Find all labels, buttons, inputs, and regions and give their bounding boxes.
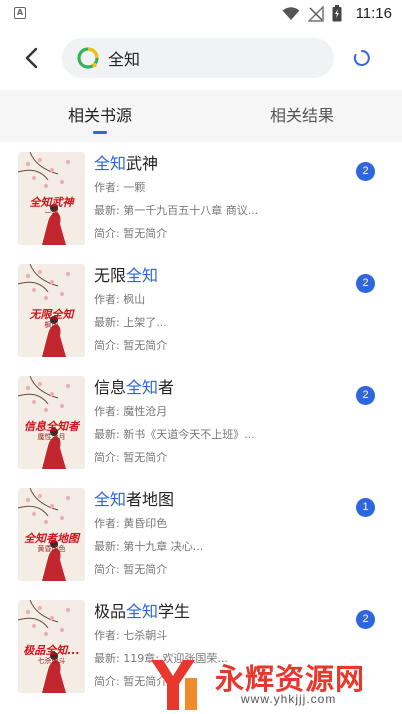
search-box[interactable] [62,38,334,78]
book-title-part: 全知 [94,490,127,509]
book-title-part: 者地图 [126,490,175,509]
sim-icon: A [14,7,26,19]
book-cover[interactable]: 信息全知者 魔性沧月 [18,376,85,469]
watermark: 永辉资源网 www.yhkjjj.com [145,650,402,714]
tab-label: 相关结果 [269,106,334,125]
tab-related-sources[interactable]: 相关书源 [20,90,180,142]
tab-label: 相关书源 [67,106,132,125]
book-author: 作者: 枫山 [94,293,146,306]
book-author: 作者: 一颗 [94,181,146,194]
book-title-part: 者 [158,378,175,397]
book-info: 信息全知者 作者: 魔性沧月 最新: 新书《天道今天不上班》... 简介: 暂无… [94,376,349,469]
cover-author: 枫山 [44,321,59,329]
book-cover[interactable]: 极品全知... 七杀朝斗 [18,600,85,693]
book-intro: 简介: 暂无简介 [94,563,168,576]
source-count-badge: 1 [356,498,375,517]
book-list-item[interactable]: 全知者地图 黄昏印色 全知者地图 作者: 黄昏印色 最新: 第十九章 决心...… [0,478,402,590]
book-author: 作者: 黄昏印色 [94,517,168,530]
tab-indicator [93,131,107,134]
tab-related-results[interactable]: 相关结果 [222,90,382,142]
book-title-part: 学生 [158,602,191,621]
book-list-item[interactable]: 全知武神 一颗 全知武神 作者: 一颗 最新: 第一千九百五十八章 商议... … [0,142,402,254]
book-intro: 简介: 暂无简介 [94,339,168,352]
source-count-badge: 2 [356,610,375,629]
book-cover[interactable]: 全知武神 一颗 [18,152,85,245]
book-title-part: 全知 [126,378,159,397]
book-title-part: 全知 [126,602,159,621]
book-info: 全知武神 作者: 一颗 最新: 第一千九百五十八章 商议... 简介: 暂无简介 [94,152,349,245]
no-signal-icon [308,5,324,22]
clock: 11:16 [355,5,392,22]
book-title: 无限全知 [94,264,349,288]
book-list: 全知武神 一颗 全知武神 作者: 一颗 最新: 第一千九百五十八章 商议... … [0,142,402,702]
book-info: 全知者地图 作者: 黄昏印色 最新: 第十九章 决心... 简介: 暂无简介 [94,488,349,581]
book-title: 全知者地图 [94,488,349,512]
cover-author: 黄昏印色 [37,545,66,553]
source-count-badge: 2 [356,386,375,405]
watermark-logo-icon [151,660,197,710]
book-title-part: 信息 [94,378,127,397]
book-title: 信息全知者 [94,376,349,400]
book-info: 无限全知 作者: 枫山 最新: 上架了... 简介: 暂无简介 [94,264,349,357]
status-bar: A 11:16 [0,0,402,28]
book-list-item[interactable]: 信息全知者 魔性沧月 信息全知者 作者: 魔性沧月 最新: 新书《天道今天不上班… [0,366,402,478]
book-list-item[interactable]: 无限全知 枫山 无限全知 作者: 枫山 最新: 上架了... 简介: 暂无简介 … [0,254,402,366]
loading-spinner-icon [353,50,370,66]
source-count-badge: 2 [356,162,375,181]
search-input[interactable] [108,38,318,78]
book-title: 全知武神 [94,152,349,176]
battery-icon [332,5,342,22]
cover-author: 一颗 [44,209,59,217]
wifi-icon [282,6,300,20]
back-arrow-icon[interactable] [18,44,46,72]
cover-author: 魔性沧月 [37,433,66,441]
book-title: 极品全知学生 [94,600,349,624]
book-intro: 简介: 暂无简介 [94,227,168,240]
book-title-part: 极品 [94,602,127,621]
book-intro: 简介: 暂无简介 [94,451,168,464]
book-author: 作者: 魔性沧月 [94,405,168,418]
watermark-url: www.yhkjjj.com [241,692,337,706]
book-title-part: 武神 [126,154,159,173]
book-title-part: 全知 [126,266,159,285]
result-tabs: 相关书源 相关结果 [0,90,402,142]
book-latest-chapter: 最新: 第十九章 决心... [94,540,204,553]
book-latest-chapter: 最新: 新书《天道今天不上班》... [94,428,255,441]
book-cover[interactable]: 无限全知 枫山 [18,264,85,357]
search-bar-row [0,28,402,90]
cover-author: 七杀朝斗 [37,657,66,665]
book-latest-chapter: 最新: 第一千九百五十八章 商议... [94,204,259,217]
book-author: 作者: 七杀朝斗 [94,629,168,642]
source-count-badge: 2 [356,274,375,293]
book-title-part: 全知 [94,154,127,173]
app-logo-icon [77,47,99,69]
book-cover[interactable]: 全知者地图 黄昏印色 [18,488,85,581]
book-title-part: 无限 [94,266,127,285]
book-latest-chapter: 最新: 上架了... [94,316,167,329]
